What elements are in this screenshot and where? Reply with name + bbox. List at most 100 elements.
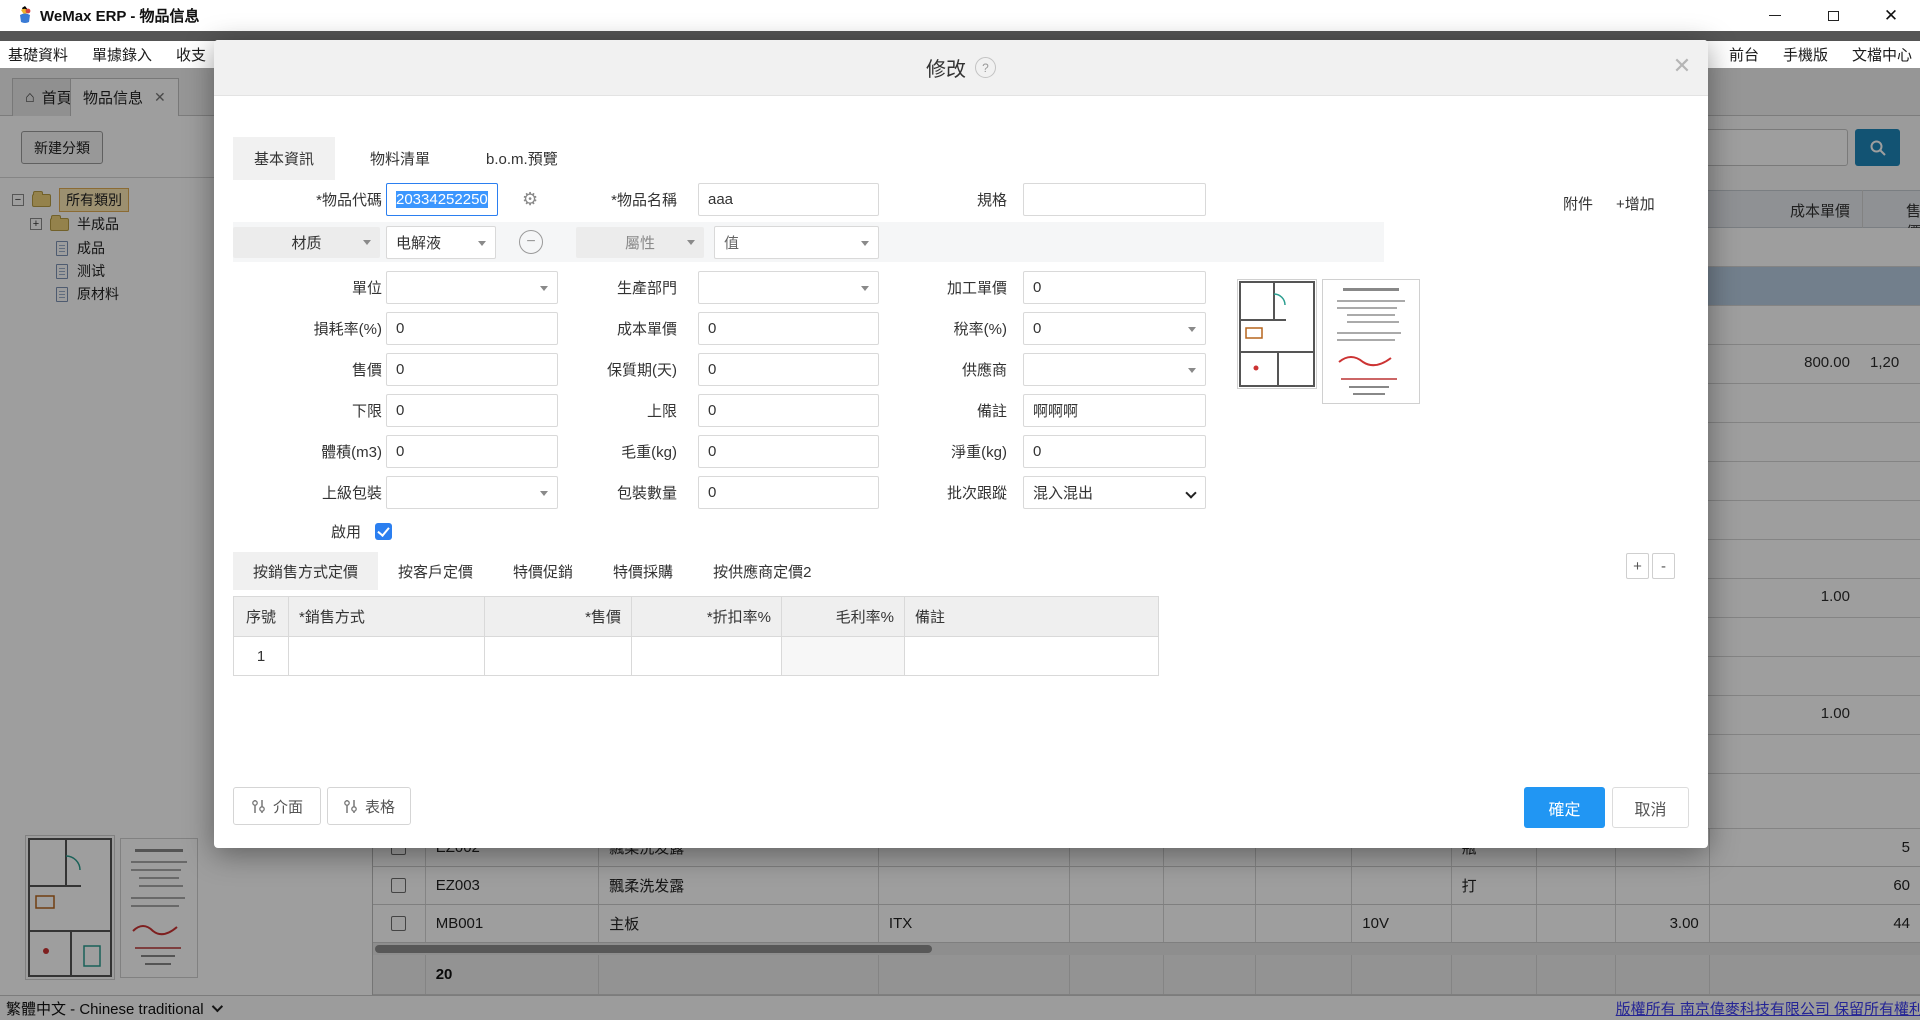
maximize-icon (1828, 11, 1839, 21)
tax-value: 0 (1033, 320, 1041, 337)
pricing-grid-row: 1 (234, 637, 1159, 676)
cell-seq: 1 (234, 637, 289, 676)
loss-value: 0 (396, 320, 404, 337)
tax-label: 稅率(%) (834, 312, 1007, 345)
gross-weight-value: 0 (708, 443, 716, 460)
process-price-input[interactable]: 0 (1023, 271, 1206, 304)
net-weight-label: 淨重(kg) (834, 435, 1007, 468)
caret-down-icon (1188, 368, 1196, 373)
pack-qty-label: 包裝數量 (504, 476, 677, 509)
item-code-label: *物品代碼 (214, 183, 382, 216)
menu-basic-data[interactable]: 基礎資料 (8, 44, 68, 65)
remark-value: 啊啊啊 (1033, 400, 1078, 421)
tab-special-purchase[interactable]: 特價採購 (593, 552, 693, 590)
tab-basic-info[interactable]: 基本資訊 (233, 137, 335, 180)
tax-combo[interactable]: 0 (1023, 312, 1206, 345)
grid-config-button[interactable]: 表格 (327, 787, 411, 825)
item-name-value: aaa (708, 191, 733, 208)
app-window: ⌂ 首頁 物品信息 ✕ 新建分類 − 所有類別 + 半成品 成品 测试 (0, 0, 1920, 1020)
document-thumbnail[interactable] (1322, 279, 1420, 404)
shelf-label: 保質期(天) (504, 353, 677, 386)
caret-down-icon (687, 240, 695, 245)
loss-label: 損耗率(%) (214, 312, 382, 345)
pricing-tabs: 按銷售方式定價 按客戶定價 特價促銷 特價採購 按供應商定價2 (233, 552, 831, 590)
tab-price-by-sales-method[interactable]: 按銷售方式定價 (233, 552, 378, 590)
sliders-icon (343, 799, 358, 814)
grid-config-label: 表格 (365, 796, 395, 817)
price-value: 0 (396, 361, 404, 378)
pricing-grid: 序號 *銷售方式 *售價 *折扣率% 毛利率% 備註 1 (233, 596, 1159, 676)
chevron-down-icon (1185, 487, 1196, 498)
cost-value: 0 (708, 320, 716, 337)
menu-mobile-version[interactable]: 手機版 (1783, 44, 1828, 65)
caret-down-icon (1188, 327, 1196, 332)
header-seq: 序號 (234, 596, 289, 637)
attribute-value-placeholder: 值 (724, 232, 739, 253)
tab-bom-preview[interactable]: b.o.m.預覽 (465, 137, 579, 180)
remove-attribute-button[interactable]: − (519, 230, 543, 254)
close-icon: ✕ (1884, 7, 1898, 24)
net-weight-value: 0 (1033, 443, 1041, 460)
item-name-label: *物品名稱 (504, 183, 677, 216)
menu-doc-center[interactable]: 文檔中心 (1852, 44, 1912, 65)
add-row-button[interactable]: + (1626, 553, 1649, 579)
tab-price-by-supplier2[interactable]: 按供應商定價2 (693, 552, 831, 590)
process-price-label: 加工單價 (834, 271, 1007, 304)
cell-remark[interactable] (905, 637, 1159, 676)
window-title: WeMax ERP - 物品信息 (40, 5, 199, 26)
cell-sales-method[interactable] (289, 637, 485, 676)
minimize-button[interactable] (1746, 0, 1804, 31)
menu-doc-entry[interactable]: 單據錄入 (92, 44, 152, 65)
net-weight-input[interactable]: 0 (1023, 435, 1206, 468)
spec-label: 規格 (834, 183, 1007, 216)
enabled-label: 啟用 (214, 515, 361, 548)
material-value: 电解液 (396, 232, 441, 253)
remove-row-button[interactable]: - (1652, 553, 1675, 579)
edit-dialog: 修改 ? ✕ 基本資訊 物料清單 b.o.m.預覽 *物品代碼 20334252… (214, 40, 1708, 848)
volume-label: 體積(m3) (214, 435, 382, 468)
parent-pack-label: 上級包裝 (214, 476, 382, 509)
shelf-value: 0 (708, 361, 716, 378)
pack-qty-value: 0 (708, 484, 716, 501)
item-code-input[interactable]: 20334252250 (386, 183, 498, 216)
confirm-button[interactable]: 確定 (1524, 787, 1605, 828)
header-margin: 毛利率% (782, 596, 905, 637)
app-icon (16, 6, 34, 24)
cost-label: 成本單價 (504, 312, 677, 345)
help-icon[interactable]: ? (975, 57, 996, 78)
attribute-value-select[interactable]: 值 (714, 226, 879, 259)
header-sales-method: *銷售方式 (289, 596, 485, 637)
material-value-select[interactable]: 电解液 (386, 226, 496, 259)
volume-value: 0 (396, 443, 404, 460)
upper-limit-value: 0 (708, 402, 716, 419)
spec-input[interactable] (1023, 183, 1206, 216)
price-label: 售價 (214, 353, 382, 386)
cancel-button[interactable]: 取消 (1612, 787, 1689, 828)
maximize-button[interactable] (1804, 0, 1862, 31)
close-window-button[interactable]: ✕ (1862, 0, 1920, 31)
interface-config-button[interactable]: 介面 (233, 787, 321, 825)
batch-track-select[interactable]: 混入混出 (1023, 476, 1206, 509)
floorplan-thumbnail[interactable] (1237, 279, 1317, 389)
dialog-close-button[interactable]: ✕ (1668, 52, 1696, 80)
attachment-add-button[interactable]: +增加 (1616, 193, 1655, 214)
tab-price-by-customer[interactable]: 按客戶定價 (378, 552, 493, 590)
menu-front-desk[interactable]: 前台 (1729, 44, 1759, 65)
cell-discount[interactable] (632, 637, 782, 676)
process-price-value: 0 (1033, 279, 1041, 296)
tab-bom-list[interactable]: 物料清單 (349, 137, 451, 180)
tab-special-promo[interactable]: 特價促銷 (493, 552, 593, 590)
attribute-select[interactable]: 屬性 (576, 227, 704, 258)
supplier-select[interactable] (1023, 353, 1206, 386)
dept-label: 生產部門 (504, 271, 677, 304)
cell-sell-price[interactable] (485, 637, 632, 676)
enabled-checkbox[interactable] (375, 523, 392, 540)
material-type-select[interactable]: 材质 (233, 227, 380, 258)
pricing-grid-header: 序號 *銷售方式 *售價 *折扣率% 毛利率% 備註 (234, 596, 1159, 637)
menu-income-expense[interactable]: 收支 (176, 44, 206, 65)
header-sell-price: *售價 (485, 596, 632, 637)
dialog-header: 修改 ? (214, 40, 1708, 96)
remark-input[interactable]: 啊啊啊 (1023, 394, 1206, 427)
lower-limit-value: 0 (396, 402, 404, 419)
interface-config-label: 介面 (273, 796, 303, 817)
